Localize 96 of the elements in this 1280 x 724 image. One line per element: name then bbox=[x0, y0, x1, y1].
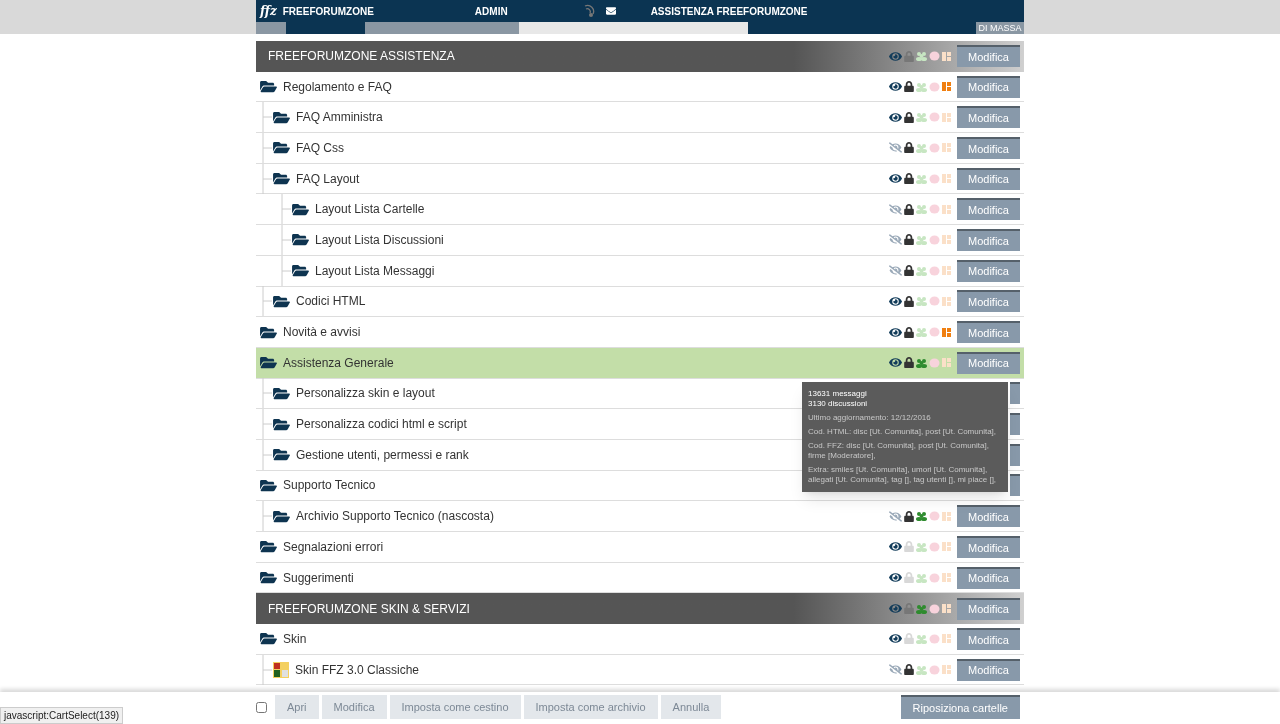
tree-line-icon bbox=[279, 255, 292, 286]
folder-name[interactable]: Segnalazioni errori bbox=[283, 537, 384, 556]
bubble-icon bbox=[929, 572, 940, 583]
bubble-icon bbox=[929, 173, 940, 184]
folder-name[interactable]: Gestione utenti, permessi e rank bbox=[296, 445, 469, 464]
bubble-icon bbox=[929, 112, 940, 123]
folder-icon bbox=[260, 324, 277, 340]
tooltip-detail: Cod. HTML: disc [Ut. Comunita], post [Ut. Comunita], bbox=[808, 427, 998, 437]
bubble-icon bbox=[929, 633, 940, 644]
tree-line-icon bbox=[260, 501, 273, 532]
folder-icon bbox=[273, 293, 290, 309]
bubble-icon bbox=[929, 357, 940, 368]
category-title: FREEFORUMZONE SKIN & SERVIZI bbox=[268, 600, 470, 618]
folder-name[interactable]: Personalizza codici html e script bbox=[296, 415, 467, 434]
tree-line-icon bbox=[260, 286, 273, 317]
folder-icon bbox=[273, 385, 290, 401]
folder-name[interactable]: Layout Lista Discussioni bbox=[315, 230, 444, 249]
forum-link[interactable]: ASSISTENZA FREEFORUMZONE bbox=[650, 3, 808, 19]
folder-icon bbox=[273, 171, 290, 187]
edit-button[interactable] bbox=[1010, 413, 1020, 436]
tooltip-count: 3130 discussioni bbox=[808, 399, 869, 409]
folder-icon bbox=[273, 508, 290, 524]
folder-name[interactable]: FAQ Amministra bbox=[296, 108, 383, 127]
logo: ffz bbox=[260, 3, 277, 20]
folder-name[interactable]: Archivio Supporto Tecnico (nascosta) bbox=[296, 507, 494, 526]
edit-button[interactable] bbox=[1010, 443, 1020, 466]
folder-name[interactable]: Novità e avvisi bbox=[283, 323, 361, 342]
bubble-icon bbox=[929, 603, 940, 614]
folder-name[interactable]: Supporto Tecnico bbox=[283, 476, 376, 495]
bubble-icon bbox=[929, 664, 940, 675]
category-title: FREEFORUMZONE ASSISTENZA bbox=[268, 48, 455, 66]
edit-button[interactable] bbox=[1010, 474, 1020, 497]
status-url: javascript:CartSelect(139) bbox=[0, 707, 124, 724]
folder-name[interactable]: Layout Lista Messaggi bbox=[315, 261, 435, 280]
bubble-icon bbox=[929, 142, 940, 153]
folder-icon bbox=[260, 355, 277, 371]
mail-icon[interactable] bbox=[604, 6, 617, 16]
signal-icon[interactable] bbox=[582, 4, 595, 18]
folder-icon bbox=[273, 140, 290, 156]
folder-icon bbox=[260, 631, 277, 647]
folder-icon bbox=[273, 447, 290, 463]
folder-row[interactable]: Layout Lista Cartelle Modifica bbox=[256, 194, 1024, 226]
folder-icon bbox=[292, 232, 309, 248]
admin-link[interactable]: ADMIN bbox=[474, 3, 508, 19]
tooltip-detail: Ultimo aggiornamento: 12/12/2016 bbox=[808, 413, 932, 423]
folder-row[interactable]: Archivio Supporto Tecnico (nascosta) Modifica bbox=[256, 501, 1024, 532]
folder-row[interactable]: Assistenza Generale Modifica bbox=[256, 347, 1024, 379]
edit-button[interactable] bbox=[1010, 382, 1020, 405]
folder-icon bbox=[292, 201, 309, 217]
bubble-icon bbox=[929, 81, 940, 92]
select-all-checkbox[interactable] bbox=[256, 701, 267, 713]
bubble-icon bbox=[929, 296, 940, 307]
folder-icon bbox=[260, 477, 277, 493]
tooltip-detail: Cod. FFZ: disc [Ut. Comunita], post [Ut. Comunita], firme [Moderatore], bbox=[808, 441, 990, 461]
bubble-icon bbox=[929, 511, 940, 522]
folder-row[interactable]: Skin FFZ 3.0 Classiche Modifica bbox=[256, 654, 1024, 686]
bubble-icon bbox=[929, 541, 940, 552]
folder-name[interactable]: Assistenza Generale bbox=[283, 353, 394, 372]
tree-line-icon bbox=[260, 439, 273, 470]
folder-icon bbox=[292, 263, 309, 279]
tree-line-icon bbox=[260, 378, 273, 409]
folder-icon bbox=[273, 109, 290, 125]
folder-icon bbox=[260, 539, 277, 555]
folder-name[interactable]: Suggerimenti bbox=[283, 568, 354, 587]
folder-icon bbox=[273, 416, 290, 432]
bubble-icon bbox=[929, 234, 940, 245]
bubble-icon bbox=[929, 327, 940, 338]
tree-line-icon bbox=[260, 163, 273, 194]
tree-line-icon bbox=[260, 654, 273, 685]
tree-line-icon bbox=[260, 132, 273, 163]
folder-row[interactable]: Codici HTML Modifica bbox=[256, 286, 1024, 318]
folder-icon bbox=[260, 79, 277, 95]
folder-row[interactable]: Layout Lista Discussioni Modifica bbox=[256, 225, 1024, 256]
tree-line-icon bbox=[260, 102, 273, 133]
folder-name[interactable]: FAQ Layout bbox=[296, 169, 360, 188]
folder-name[interactable]: Skin bbox=[283, 629, 307, 648]
folder-name[interactable]: Skin FFZ 3.0 Classiche bbox=[295, 660, 420, 679]
folder-icon bbox=[260, 570, 277, 586]
folder-row[interactable]: FAQ Css Modifica bbox=[256, 133, 1024, 164]
folder-row[interactable]: FAQ Layout Modifica bbox=[256, 163, 1024, 195]
site-link[interactable]: FREEFORUMZONE bbox=[282, 3, 374, 19]
tooltip-count: 13631 messaggi bbox=[808, 389, 868, 399]
folder-row[interactable]: FAQ Amministra Modifica bbox=[256, 102, 1024, 134]
folder-name[interactable]: FAQ Css bbox=[296, 138, 344, 157]
tree-line-icon bbox=[279, 194, 292, 225]
tree-line-icon bbox=[279, 224, 292, 255]
folder-name[interactable]: Regolamento e FAQ bbox=[283, 77, 392, 96]
folder-name[interactable]: Layout Lista Cartelle bbox=[315, 200, 425, 219]
folder-row[interactable]: Layout Lista Messaggi Modifica bbox=[256, 255, 1024, 287]
bubble-icon bbox=[929, 265, 940, 276]
bubble-icon bbox=[929, 51, 940, 62]
folder-name[interactable]: Personalizza skin e layout bbox=[296, 384, 435, 403]
folder-name[interactable]: Codici HTML bbox=[296, 292, 366, 311]
bubble-icon bbox=[929, 204, 940, 215]
skin-icon bbox=[273, 661, 289, 678]
tree-line-icon bbox=[260, 409, 273, 440]
